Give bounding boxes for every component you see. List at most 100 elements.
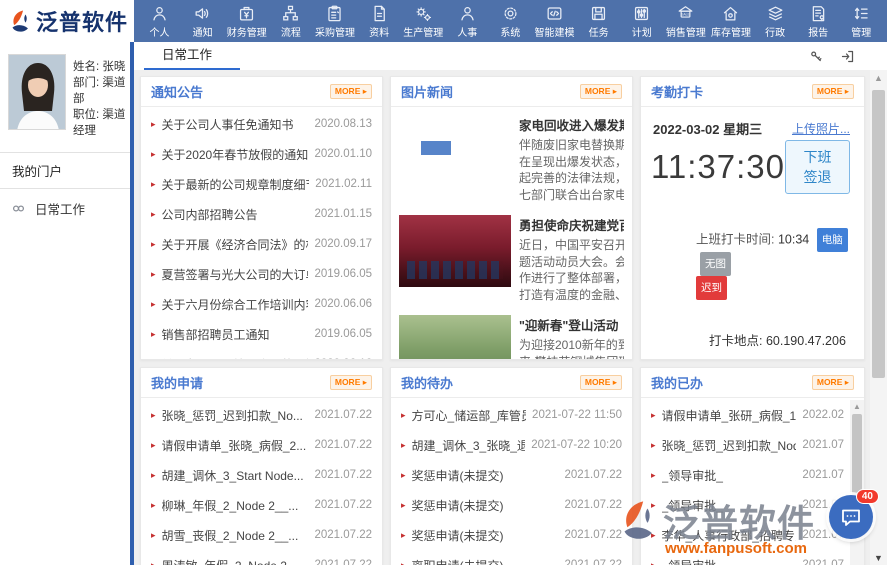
topnav-item-label: 采购管理 bbox=[315, 24, 355, 39]
bullet-icon: ▸ bbox=[151, 560, 156, 565]
bullet-icon: ▸ bbox=[151, 149, 156, 160]
punch-location-value: 60.190.47.206 bbox=[766, 334, 846, 348]
brand-logo[interactable]: 泛普软件 bbox=[0, 0, 134, 42]
panel-title: 我的已办 bbox=[651, 373, 703, 392]
topnav-item[interactable]: 资料 bbox=[360, 4, 398, 39]
upload-photo-link[interactable]: 上传照片... bbox=[792, 120, 850, 137]
attendance-date: 2022-03-02 星期三 bbox=[653, 119, 762, 138]
list-item[interactable]: ▸ 奖惩申请(未提交) 2021.07.22 bbox=[391, 520, 632, 550]
topnav-item-label: 流程 bbox=[281, 24, 301, 39]
news-item[interactable]: "迎新春"登山活动 为迎接2010新年的到 来,攀枝花钢城集团瑞丰 水泥有限公司… bbox=[391, 307, 632, 360]
list-item[interactable]: ▸ 请假申请单_张晓_病假_2... 2021.07.22 bbox=[141, 430, 382, 460]
topnav-item[interactable]: 通知 bbox=[184, 4, 222, 39]
sidebar-item-daily-work[interactable]: 日常工作 bbox=[0, 189, 130, 228]
list-item[interactable]: ▸ 公司内部招聘公告 2021.01.15 bbox=[141, 199, 382, 229]
item-date: 2020.09.17 bbox=[314, 238, 372, 250]
item-title: 公司内部招聘公告 bbox=[162, 206, 309, 223]
panel-scrollbar[interactable]: ▲ bbox=[850, 400, 864, 565]
topnav-item-label: 智能建模 bbox=[535, 24, 575, 39]
topnav-item[interactable]: 人事 bbox=[448, 4, 486, 39]
topnav-item[interactable]: 任务 bbox=[580, 4, 618, 39]
topnav-item[interactable]: 采购管理 bbox=[315, 4, 355, 39]
list-item[interactable]: ▸ 方可心_储运部_库管员_晋... 2021-07-22 11:50 bbox=[391, 400, 632, 430]
list-item[interactable]: ▸ _领导审批_ 2021.07 bbox=[641, 460, 864, 490]
item-title: 方可心_储运部_库管员_晋... bbox=[412, 407, 527, 424]
profile-name: 姓名: 张晓 bbox=[73, 58, 126, 74]
scroll-up-arrow[interactable]: ▲ bbox=[850, 402, 864, 411]
scrollbar-thumb[interactable] bbox=[872, 90, 885, 378]
item-title: 关于2020年春节放假的通知 bbox=[162, 146, 309, 163]
more-button[interactable]: MORE ▸ bbox=[580, 84, 622, 99]
punch-location: 打卡地点: 60.190.47.206 bbox=[709, 330, 864, 349]
list-item[interactable]: ▸ 奖惩申请(未提交) 2021.07.22 bbox=[391, 460, 632, 490]
bullet-icon: ▸ bbox=[401, 440, 406, 451]
list-item[interactable]: ▸ 周涛敏_年假_2_Node 2_... 2021.07.22 bbox=[141, 550, 382, 565]
list-item[interactable]: ▸ 关于最新的公司规章制度细节通知 2021.02.11 bbox=[141, 169, 382, 199]
topnav-item[interactable]: 智能建模 bbox=[535, 4, 575, 39]
more-button[interactable]: MORE ▸ bbox=[812, 84, 854, 99]
list-item[interactable]: ▸ 关于各分公司培训会议的通知 2020.06.16 bbox=[141, 349, 382, 360]
list-item[interactable]: ▸ 关于2020年春节放假的通知 2020.01.10 bbox=[141, 139, 382, 169]
user-icon bbox=[458, 4, 477, 23]
list-item[interactable]: ▸ 关于六月份综合工作培训内容及... 2020.06.06 bbox=[141, 289, 382, 319]
list-item[interactable]: ▸ 张晓_惩罚_迟到扣款_No... 2021.07.22 bbox=[141, 400, 382, 430]
news-item[interactable]: 勇担使命庆祝建党百年，中国 近日，中国平安召开庆祝中共 题活动动员大会。会议对全… bbox=[391, 207, 632, 307]
key-icon[interactable] bbox=[809, 49, 824, 64]
gear-icon bbox=[501, 4, 520, 23]
topnav-item[interactable]: 库存管理 bbox=[711, 4, 751, 39]
list-item[interactable]: ▸ 张晓_惩罚_迟到扣款_Node... 2021.07 bbox=[641, 430, 864, 460]
more-button[interactable]: MORE ▸ bbox=[330, 375, 372, 390]
news-item[interactable]: 家电回收进入爆发期 家电回收 伴随废旧家电替换期的到来， 在呈现出爆发状态，国家… bbox=[391, 107, 632, 207]
topnav-item[interactable]: 财务管理 bbox=[227, 4, 267, 39]
more-button[interactable]: MORE ▸ bbox=[580, 375, 622, 390]
sidebar: 姓名: 张晓 部门: 渠道部 职位: 渠道经理 我的门户 日常工作 bbox=[0, 42, 134, 565]
more-button[interactable]: MORE ▸ bbox=[330, 84, 372, 99]
list-item[interactable]: ▸ 销售部招聘员工通知 2019.06.05 bbox=[141, 319, 382, 349]
topnav-item[interactable]: 计划 bbox=[623, 4, 661, 39]
list-item[interactable]: ▸ 胡建_调休_3_张晓_退回 2021-07-22 10:20 bbox=[391, 430, 632, 460]
list-item[interactable]: ▸ 请假申请单_张研_病假_1_... 2022.02 bbox=[641, 400, 864, 430]
more-button[interactable]: MORE ▸ bbox=[812, 375, 854, 390]
item-date: 2021.07.22 bbox=[314, 559, 372, 565]
topnav-item[interactable]: 流程 bbox=[272, 4, 310, 39]
document-icon bbox=[370, 4, 389, 23]
news-title[interactable]: "迎新春"登山活动 bbox=[519, 315, 624, 334]
topnav-item[interactable]: 系统 bbox=[491, 4, 529, 39]
report-icon bbox=[809, 4, 828, 23]
topnav-item-label: 行政 bbox=[765, 24, 785, 39]
list-item[interactable]: ▸ 胡建_调休_3_Start Node... 2021.07.22 bbox=[141, 460, 382, 490]
tab-daily-work[interactable]: 日常工作 bbox=[144, 42, 240, 70]
news-text: 题活动动员大会。会议对全年 bbox=[519, 254, 624, 271]
list-item[interactable]: ▸ 关于开展《经济合同法》的相关... 2020.09.17 bbox=[141, 229, 382, 259]
chat-unread-badge: 40 bbox=[856, 489, 879, 504]
topnav-item[interactable]: 销售管理 bbox=[666, 4, 706, 39]
scroll-down-arrow[interactable]: ▼ bbox=[870, 553, 887, 563]
panel-title: 我的待办 bbox=[401, 373, 453, 392]
list-item[interactable]: ▸ _领导审批_ 2021.07 bbox=[641, 550, 864, 565]
topnav-item[interactable]: 行政 bbox=[756, 4, 794, 39]
list-item[interactable]: ▸ 关于公司人事任免通知书 2020.08.13 bbox=[141, 109, 382, 139]
item-title: 胡建_调休_3_Start Node... bbox=[162, 467, 309, 484]
sidebar-item-portal[interactable]: 我的门户 bbox=[0, 152, 130, 189]
list-item[interactable]: ▸ 胡雪_丧假_2_Node 2__... 2021.07.22 bbox=[141, 520, 382, 550]
list-item[interactable]: ▸ 离职申请(未提交) 2021.07.22 bbox=[391, 550, 632, 565]
topnav-item[interactable]: 报告 bbox=[799, 4, 837, 39]
scroll-up-arrow[interactable]: ▲ bbox=[870, 73, 887, 83]
news-title[interactable]: 家电回收进入爆发期 家电回收 bbox=[519, 115, 624, 134]
topnav-item[interactable]: 管理 bbox=[842, 4, 880, 39]
list-item[interactable]: ▸ 夏营签署与光大公司的大订单，... 2019.06.05 bbox=[141, 259, 382, 289]
topnav-item[interactable]: 个人 bbox=[141, 4, 179, 39]
user-profile: 姓名: 张晓 部门: 渠道部 职位: 渠道经理 bbox=[0, 42, 130, 152]
chat-fab-button[interactable]: 40 bbox=[829, 495, 873, 539]
news-title[interactable]: 勇担使命庆祝建党百年，中国 bbox=[519, 215, 624, 234]
topnav-item-label: 库存管理 bbox=[711, 24, 751, 39]
sign-out-button[interactable]: 下班签退 bbox=[785, 140, 850, 194]
topnav-item[interactable]: 生产管理 bbox=[403, 4, 443, 39]
list-item[interactable]: ▸ 奖惩申请(未提交) 2021.07.22 bbox=[391, 490, 632, 520]
list-item[interactable]: ▸ 柳琳_年假_2_Node 2__... 2021.07.22 bbox=[141, 490, 382, 520]
profile-position: 职位: 渠道经理 bbox=[73, 106, 126, 138]
gears-icon bbox=[414, 4, 433, 23]
bullet-icon: ▸ bbox=[151, 179, 156, 190]
bullet-icon: ▸ bbox=[401, 470, 406, 481]
logout-icon[interactable] bbox=[840, 49, 855, 64]
